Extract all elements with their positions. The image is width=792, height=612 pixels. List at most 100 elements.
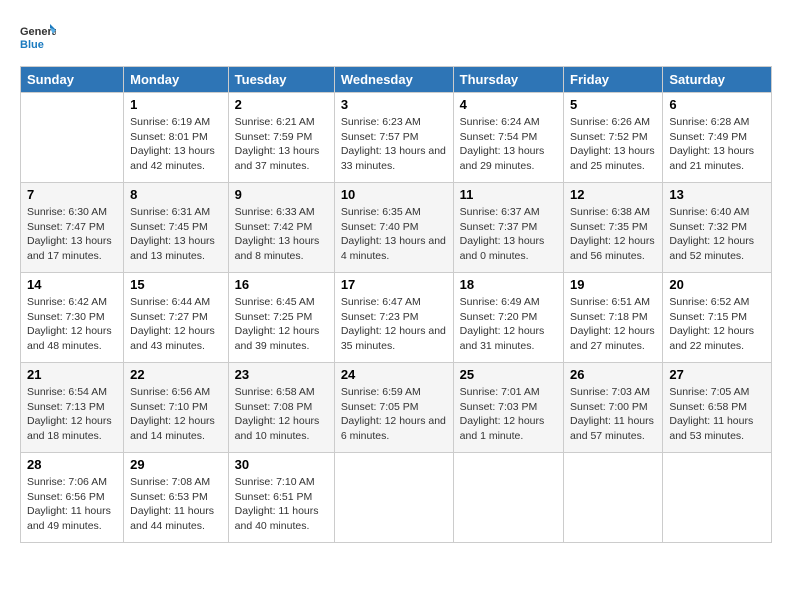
- svg-text:Blue: Blue: [20, 39, 44, 51]
- day-cell: 10 Sunrise: 6:35 AMSunset: 7:40 PMDaylig…: [334, 183, 453, 273]
- day-cell: 5 Sunrise: 6:26 AMSunset: 7:52 PMDayligh…: [564, 93, 663, 183]
- day-info: Sunrise: 7:01 AMSunset: 7:03 PMDaylight:…: [460, 385, 557, 444]
- day-cell: 26 Sunrise: 7:03 AMSunset: 7:00 PMDaylig…: [564, 363, 663, 453]
- day-cell: 7 Sunrise: 6:30 AMSunset: 7:47 PMDayligh…: [21, 183, 124, 273]
- logo-svg: General Blue: [20, 20, 56, 56]
- day-cell: 11 Sunrise: 6:37 AMSunset: 7:37 PMDaylig…: [453, 183, 563, 273]
- day-cell: 23 Sunrise: 6:58 AMSunset: 7:08 PMDaylig…: [228, 363, 334, 453]
- day-number: 12: [570, 187, 656, 202]
- day-cell: 2 Sunrise: 6:21 AMSunset: 7:59 PMDayligh…: [228, 93, 334, 183]
- day-info: Sunrise: 7:10 AMSunset: 6:51 PMDaylight:…: [235, 475, 328, 534]
- day-number: 14: [27, 277, 117, 292]
- day-number: 22: [130, 367, 222, 382]
- day-cell: 19 Sunrise: 6:51 AMSunset: 7:18 PMDaylig…: [564, 273, 663, 363]
- day-info: Sunrise: 6:51 AMSunset: 7:18 PMDaylight:…: [570, 295, 656, 354]
- day-number: 18: [460, 277, 557, 292]
- day-number: 23: [235, 367, 328, 382]
- day-cell: 12 Sunrise: 6:38 AMSunset: 7:35 PMDaylig…: [564, 183, 663, 273]
- day-info: Sunrise: 6:44 AMSunset: 7:27 PMDaylight:…: [130, 295, 222, 354]
- day-number: 6: [669, 97, 765, 112]
- day-cell: 14 Sunrise: 6:42 AMSunset: 7:30 PMDaylig…: [21, 273, 124, 363]
- column-header-saturday: Saturday: [663, 67, 772, 93]
- day-info: Sunrise: 6:26 AMSunset: 7:52 PMDaylight:…: [570, 115, 656, 174]
- day-number: 4: [460, 97, 557, 112]
- day-number: 3: [341, 97, 447, 112]
- day-info: Sunrise: 6:42 AMSunset: 7:30 PMDaylight:…: [27, 295, 117, 354]
- day-cell: 21 Sunrise: 6:54 AMSunset: 7:13 PMDaylig…: [21, 363, 124, 453]
- day-info: Sunrise: 6:37 AMSunset: 7:37 PMDaylight:…: [460, 205, 557, 264]
- day-cell: 20 Sunrise: 6:52 AMSunset: 7:15 PMDaylig…: [663, 273, 772, 363]
- day-info: Sunrise: 6:58 AMSunset: 7:08 PMDaylight:…: [235, 385, 328, 444]
- day-cell: [564, 453, 663, 543]
- day-number: 27: [669, 367, 765, 382]
- day-number: 5: [570, 97, 656, 112]
- day-number: 13: [669, 187, 765, 202]
- column-header-monday: Monday: [124, 67, 229, 93]
- week-row-2: 7 Sunrise: 6:30 AMSunset: 7:47 PMDayligh…: [21, 183, 772, 273]
- column-header-tuesday: Tuesday: [228, 67, 334, 93]
- day-cell: 22 Sunrise: 6:56 AMSunset: 7:10 PMDaylig…: [124, 363, 229, 453]
- day-info: Sunrise: 6:24 AMSunset: 7:54 PMDaylight:…: [460, 115, 557, 174]
- day-info: Sunrise: 6:33 AMSunset: 7:42 PMDaylight:…: [235, 205, 328, 264]
- day-info: Sunrise: 7:06 AMSunset: 6:56 PMDaylight:…: [27, 475, 117, 534]
- day-number: 10: [341, 187, 447, 202]
- header: General Blue: [20, 20, 772, 56]
- column-header-friday: Friday: [564, 67, 663, 93]
- day-number: 19: [570, 277, 656, 292]
- day-cell: 18 Sunrise: 6:49 AMSunset: 7:20 PMDaylig…: [453, 273, 563, 363]
- day-info: Sunrise: 7:03 AMSunset: 7:00 PMDaylight:…: [570, 385, 656, 444]
- day-number: 16: [235, 277, 328, 292]
- day-number: 2: [235, 97, 328, 112]
- day-number: 15: [130, 277, 222, 292]
- day-info: Sunrise: 7:08 AMSunset: 6:53 PMDaylight:…: [130, 475, 222, 534]
- day-cell: 4 Sunrise: 6:24 AMSunset: 7:54 PMDayligh…: [453, 93, 563, 183]
- day-number: 17: [341, 277, 447, 292]
- day-info: Sunrise: 6:38 AMSunset: 7:35 PMDaylight:…: [570, 205, 656, 264]
- day-number: 8: [130, 187, 222, 202]
- day-cell: 24 Sunrise: 6:59 AMSunset: 7:05 PMDaylig…: [334, 363, 453, 453]
- day-cell: 9 Sunrise: 6:33 AMSunset: 7:42 PMDayligh…: [228, 183, 334, 273]
- week-row-5: 28 Sunrise: 7:06 AMSunset: 6:56 PMDaylig…: [21, 453, 772, 543]
- day-info: Sunrise: 7:05 AMSunset: 6:58 PMDaylight:…: [669, 385, 765, 444]
- day-cell: 27 Sunrise: 7:05 AMSunset: 6:58 PMDaylig…: [663, 363, 772, 453]
- day-info: Sunrise: 6:23 AMSunset: 7:57 PMDaylight:…: [341, 115, 447, 174]
- day-number: 9: [235, 187, 328, 202]
- header-row: SundayMondayTuesdayWednesdayThursdayFrid…: [21, 67, 772, 93]
- column-header-thursday: Thursday: [453, 67, 563, 93]
- day-info: Sunrise: 6:31 AMSunset: 7:45 PMDaylight:…: [130, 205, 222, 264]
- day-cell: 8 Sunrise: 6:31 AMSunset: 7:45 PMDayligh…: [124, 183, 229, 273]
- logo: General Blue: [20, 20, 56, 56]
- day-cell: [453, 453, 563, 543]
- day-info: Sunrise: 6:40 AMSunset: 7:32 PMDaylight:…: [669, 205, 765, 264]
- day-number: 11: [460, 187, 557, 202]
- calendar-table: SundayMondayTuesdayWednesdayThursdayFrid…: [20, 66, 772, 543]
- day-cell: 30 Sunrise: 7:10 AMSunset: 6:51 PMDaylig…: [228, 453, 334, 543]
- day-cell: 25 Sunrise: 7:01 AMSunset: 7:03 PMDaylig…: [453, 363, 563, 453]
- column-header-sunday: Sunday: [21, 67, 124, 93]
- week-row-4: 21 Sunrise: 6:54 AMSunset: 7:13 PMDaylig…: [21, 363, 772, 453]
- column-header-wednesday: Wednesday: [334, 67, 453, 93]
- day-info: Sunrise: 6:49 AMSunset: 7:20 PMDaylight:…: [460, 295, 557, 354]
- day-info: Sunrise: 6:28 AMSunset: 7:49 PMDaylight:…: [669, 115, 765, 174]
- day-number: 21: [27, 367, 117, 382]
- week-row-1: 1 Sunrise: 6:19 AMSunset: 8:01 PMDayligh…: [21, 93, 772, 183]
- day-number: 25: [460, 367, 557, 382]
- day-number: 1: [130, 97, 222, 112]
- day-info: Sunrise: 6:52 AMSunset: 7:15 PMDaylight:…: [669, 295, 765, 354]
- day-info: Sunrise: 6:35 AMSunset: 7:40 PMDaylight:…: [341, 205, 447, 264]
- day-info: Sunrise: 6:47 AMSunset: 7:23 PMDaylight:…: [341, 295, 447, 354]
- day-cell: 13 Sunrise: 6:40 AMSunset: 7:32 PMDaylig…: [663, 183, 772, 273]
- day-cell: [21, 93, 124, 183]
- day-number: 24: [341, 367, 447, 382]
- day-cell: 6 Sunrise: 6:28 AMSunset: 7:49 PMDayligh…: [663, 93, 772, 183]
- day-number: 26: [570, 367, 656, 382]
- day-cell: 29 Sunrise: 7:08 AMSunset: 6:53 PMDaylig…: [124, 453, 229, 543]
- day-info: Sunrise: 6:54 AMSunset: 7:13 PMDaylight:…: [27, 385, 117, 444]
- day-cell: [334, 453, 453, 543]
- day-info: Sunrise: 6:21 AMSunset: 7:59 PMDaylight:…: [235, 115, 328, 174]
- day-number: 29: [130, 457, 222, 472]
- day-cell: 3 Sunrise: 6:23 AMSunset: 7:57 PMDayligh…: [334, 93, 453, 183]
- day-info: Sunrise: 6:56 AMSunset: 7:10 PMDaylight:…: [130, 385, 222, 444]
- day-info: Sunrise: 6:19 AMSunset: 8:01 PMDaylight:…: [130, 115, 222, 174]
- day-cell: 15 Sunrise: 6:44 AMSunset: 7:27 PMDaylig…: [124, 273, 229, 363]
